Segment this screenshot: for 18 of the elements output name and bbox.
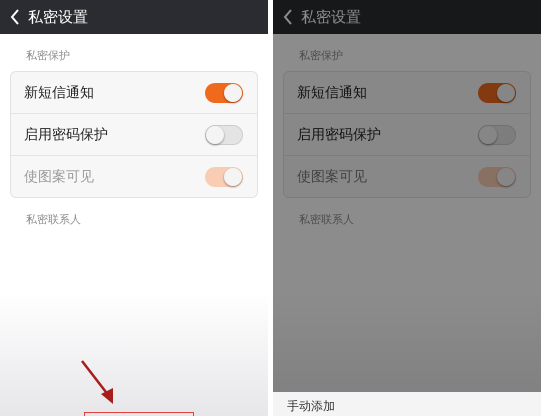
toggle-switch[interactable] <box>205 124 243 144</box>
setting-label: 新短信通知 <box>297 84 367 102</box>
setting-label: 启用密码保护 <box>297 126 381 144</box>
setting-label: 使图案可见 <box>297 168 367 186</box>
setting-label: 使图案可见 <box>24 168 94 186</box>
toggle-switch[interactable] <box>478 82 516 102</box>
toggle-switch[interactable] <box>478 124 516 144</box>
section-label: 私密保护 <box>298 48 344 64</box>
screen-title: 私密设置 <box>28 8 88 26</box>
screen-title: 私密设置 <box>301 8 361 26</box>
setting-label: 新短信通知 <box>24 84 94 102</box>
section-label: 私密保护 <box>25 48 71 64</box>
section-label: 私密联系人 <box>298 212 355 228</box>
section-label: 私密联系人 <box>25 212 82 228</box>
menu-item[interactable]: 手动添加 <box>287 399 335 413</box>
setting-label: 启用密码保护 <box>24 126 108 144</box>
back-icon[interactable] <box>10 9 20 25</box>
toggle-switch[interactable] <box>205 82 243 102</box>
